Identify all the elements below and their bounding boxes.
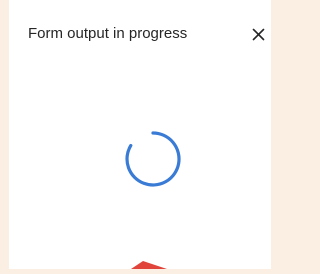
progress-dialog: Form output in progress (9, 0, 271, 269)
dialog-header: Form output in progress (9, 0, 271, 66)
close-icon (252, 28, 264, 40)
loading-spinner-icon (125, 131, 181, 187)
dialog-title: Form output in progress (28, 25, 188, 42)
loading-spinner (121, 127, 185, 191)
close-button[interactable] (248, 24, 268, 44)
mouse-pointer (127, 252, 177, 269)
mouse-pointer-icon (131, 261, 167, 269)
